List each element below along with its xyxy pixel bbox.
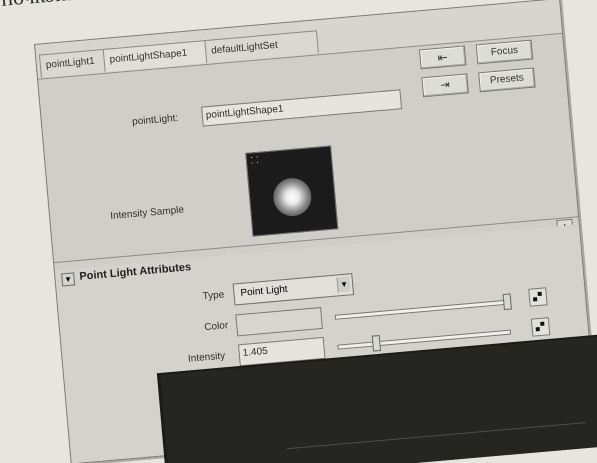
focus-button[interactable]: Focus xyxy=(475,39,534,65)
intensity-sample-label: Intensity Sample xyxy=(109,204,185,222)
color-label: Color xyxy=(203,320,229,334)
color-slider-track[interactable] xyxy=(334,299,509,320)
swatch-corner-mark: ⸬ xyxy=(250,154,259,166)
copy-tab-icon: ⇥ xyxy=(440,78,451,92)
section-title: Point Light Attributes xyxy=(78,261,192,283)
tab-defaultlightset[interactable]: defaultLightSet xyxy=(204,30,319,64)
tab-pointlightshape1[interactable]: pointLightShape1 xyxy=(102,39,219,72)
presets-button[interactable]: Presets xyxy=(478,67,536,93)
screenshot-scene: почкой. pointLight1 pointLightShape1 def… xyxy=(0,0,597,463)
tab-bar: pointLight1 pointLightShape1 defaultLigh… xyxy=(35,0,563,80)
color-slider-handle[interactable] xyxy=(502,293,512,311)
load-attributes-button[interactable]: ⇤ xyxy=(418,45,467,70)
intensity-sample-swatch: ⸬ xyxy=(245,145,339,237)
type-value: Point Light xyxy=(240,283,289,299)
color-map-button[interactable] xyxy=(528,287,548,307)
page-caption: почкой. xyxy=(0,0,73,12)
collapse-section-icon[interactable]: ▼ xyxy=(61,272,76,287)
intensity-label: Intensity xyxy=(187,350,226,365)
pointlight-name-field[interactable]: pointLightShape1 xyxy=(201,89,403,127)
type-label: Type xyxy=(202,289,225,303)
color-swatch[interactable] xyxy=(235,306,323,337)
light-glow xyxy=(271,176,313,218)
intensity-map-button[interactable] xyxy=(530,317,551,337)
load-arrow-icon: ⇤ xyxy=(437,50,449,65)
pointlight-name-label: pointLight: xyxy=(131,112,179,128)
chevron-down-icon: ▼ xyxy=(336,276,351,293)
type-dropdown[interactable]: Point Light ▼ xyxy=(232,273,355,306)
dark-window-bar xyxy=(286,422,586,450)
copy-tab-button[interactable]: ⇥ xyxy=(421,73,469,98)
intensity-slider-handle[interactable] xyxy=(371,334,381,352)
